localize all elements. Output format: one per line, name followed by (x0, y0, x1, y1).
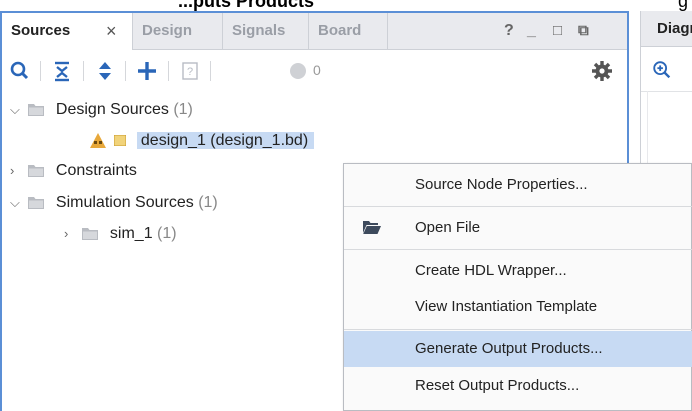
status-dot-icon (290, 63, 306, 79)
menu-item-source-node-properties[interactable]: Source Node Properties... (344, 167, 692, 203)
context-menu: Source Node Properties... Open File Crea… (343, 163, 692, 411)
tab-diagram[interactable]: Diagram (641, 11, 692, 47)
menu-item-label: Generate Output Products... (415, 340, 603, 357)
design-sources-count: (1) (173, 101, 193, 118)
minimize-icon[interactable]: _ (527, 13, 536, 49)
toolbar-divider (40, 61, 41, 81)
menu-item-label: Create HDL Wrapper... (415, 262, 567, 279)
close-icon[interactable]: × (106, 13, 117, 49)
menu-item-view-instantiation-template[interactable]: View Instantiation Template (344, 289, 692, 325)
block-design-icon (90, 133, 106, 149)
menu-item-label: Reset Output Products... (415, 377, 580, 394)
toolbar-divider (210, 61, 211, 81)
menu-item-generate-output-products[interactable]: Generate Output Products... (344, 331, 692, 367)
simulation-sources-count: (1) (198, 194, 218, 211)
toolbar-divider (168, 61, 169, 81)
tree-node-simulation-sources[interactable]: ⌵ Simulation Sources (1) (10, 188, 218, 218)
caption-text: ...puts Products (178, 0, 315, 11)
constraints-label: Constraints (55, 162, 137, 179)
tab-board[interactable]: Board (309, 13, 388, 49)
tree-node-design-sources[interactable]: ⌵ Design Sources (1) (10, 95, 193, 125)
menu-separator (344, 206, 692, 207)
sim-1-count: (1) (157, 225, 177, 242)
properties-icon[interactable]: ? (178, 59, 202, 83)
tab-board-label: Board (318, 22, 362, 39)
badge-count: 0 (313, 62, 321, 78)
open-folder-icon (363, 221, 381, 234)
folder-icon (28, 104, 45, 117)
caption-strip: ...puts Products g (0, 0, 692, 11)
add-icon[interactable] (135, 59, 159, 83)
tab-sources[interactable]: Sources × (2, 13, 133, 50)
tree-node-sim-1[interactable]: › sim_1 (1) (64, 219, 177, 249)
tree-node-design-1[interactable]: design_1 (design_1.bd) (90, 126, 315, 156)
folder-icon (82, 228, 99, 241)
divider (641, 91, 692, 92)
design-sources-label: Design Sources (55, 101, 169, 118)
menu-item-label: View Instantiation Template (415, 298, 598, 315)
sim-1-label: sim_1 (109, 225, 153, 242)
zoom-in-icon[interactable] (651, 59, 673, 81)
search-icon[interactable] (8, 59, 32, 83)
chevron-down-icon[interactable]: ⌵ (10, 188, 24, 218)
tab-signals-label: Signals (232, 22, 286, 39)
float-icon[interactable]: ⧉ (578, 13, 589, 49)
gear-icon[interactable] (590, 59, 614, 83)
menu-item-label: Source Node Properties... (415, 176, 588, 193)
tab-sources-label: Sources (11, 22, 71, 39)
maximize-icon[interactable]: □ (553, 13, 562, 49)
toolbar-divider (83, 61, 84, 81)
toolbar-divider (125, 61, 126, 81)
menu-item-create-hdl-wrapper[interactable]: Create HDL Wrapper... (344, 253, 692, 289)
menu-separator (344, 249, 692, 250)
collapse-all-icon[interactable] (50, 59, 74, 83)
svg-text:?: ? (187, 66, 193, 78)
tab-design[interactable]: Design (133, 13, 223, 49)
tree-node-constraints[interactable]: › Constraints (10, 156, 137, 186)
tab-design-label: Design (142, 22, 193, 39)
tab-bar: Sources × Design Signals Board ? _ □ ⧉ (2, 13, 627, 50)
chevron-right-icon[interactable]: › (10, 156, 24, 186)
folder-icon (28, 165, 45, 178)
simulation-sources-label: Simulation Sources (55, 194, 194, 211)
tab-signals[interactable]: Signals (223, 13, 309, 49)
menu-item-label: Open File (415, 219, 481, 236)
menu-item-open-file[interactable]: Open File (344, 210, 692, 246)
folder-icon (28, 197, 45, 210)
menu-separator (344, 329, 692, 330)
toolbar: ? 0 (2, 50, 627, 92)
chevron-right-icon[interactable]: › (64, 219, 78, 249)
menu-item-reset-output-products[interactable]: Reset Output Products... (344, 368, 692, 404)
bd-file-icon (114, 135, 127, 147)
chevron-down-icon[interactable]: ⌵ (10, 95, 24, 125)
expand-all-icon[interactable] (93, 59, 117, 83)
help-icon[interactable]: ? (504, 13, 514, 49)
design-1-label: design_1 (design_1.bd) (136, 132, 315, 149)
caption-text-right: g (678, 0, 689, 11)
